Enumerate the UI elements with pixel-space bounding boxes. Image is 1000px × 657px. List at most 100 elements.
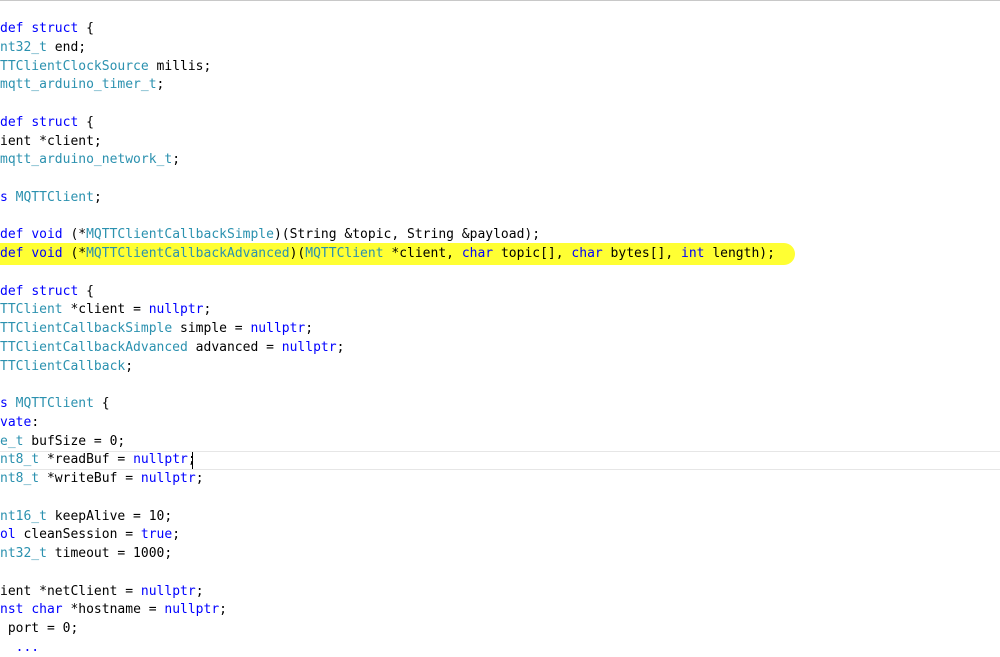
type-token: TTClientCallback — [0, 358, 126, 374]
keyword-token: vate — [0, 414, 32, 430]
keyword-token: s — [0, 396, 16, 411]
code-line[interactable]: TTClientCallbackSimple simple = nullptr; — [0, 319, 313, 338]
code-line[interactable]: TTClientCallbackAdvanced advanced = null… — [0, 338, 344, 357]
code-token: (* — [62, 227, 87, 243]
code-line[interactable]: mqtt_arduino_network_t; — [0, 150, 180, 169]
type-token: MQTTClientCallbackAdvanced — [86, 246, 290, 261]
keyword-token: char — [461, 246, 494, 261]
code-token: simple = — [172, 321, 251, 336]
code-token: ient *client; — [0, 133, 102, 149]
code-token: ient *netClient = — [0, 583, 141, 599]
code-line[interactable]: nt32_t timeout = 1000; — [0, 544, 172, 563]
code-line[interactable]: nst char *hostname = nullptr; — [0, 600, 227, 619]
keyword-token: nullptr — [140, 583, 196, 599]
text-caret — [192, 452, 193, 469]
type-token: nt8_t — [0, 471, 40, 486]
code-token: millis; — [148, 58, 212, 74]
code-token: ; — [195, 583, 204, 599]
keyword-token: void — [31, 227, 63, 243]
keyword-token: nullptr — [281, 339, 337, 355]
keyword-token: def — [0, 114, 32, 130]
code-line[interactable]: nt16_t keepAlive = 10; — [0, 507, 172, 526]
code-token: bytes[], — [602, 246, 682, 261]
code-token: end; — [46, 39, 87, 55]
code-token: topic[], — [493, 246, 572, 261]
code-line[interactable]: port = 0; — [0, 619, 78, 638]
keyword-token: s — [0, 189, 16, 205]
code-token: ; — [156, 77, 165, 93]
code-editor[interactable]: def struct {nt32_t end; TTClientClockSour… — [0, 0, 1000, 655]
code-line[interactable]: def struct { — [0, 282, 94, 301]
keyword-token: def — [0, 246, 32, 261]
code-line[interactable]: def void (*MQTTClientCallbackAdvanced)(M… — [0, 244, 775, 263]
code-line[interactable]: nt32_t end; — [0, 38, 86, 57]
keyword-token: struct — [31, 21, 79, 36]
type-token: MQTTClientCallbackSimple — [86, 227, 274, 243]
type-token: nt8_t — [0, 452, 40, 468]
type-token: TTClient — [0, 302, 63, 318]
code-line[interactable]: ient *netClient = nullptr; — [0, 582, 204, 601]
editor-top-border — [0, 0, 1000, 1]
keyword-token: def — [0, 21, 32, 36]
code-token: length); — [704, 246, 775, 261]
keyword-token: nst — [0, 602, 32, 618]
keyword-token: struct — [31, 114, 79, 130]
code-line[interactable]: nt8_t *writeBuf = nullptr; — [0, 469, 204, 488]
type-token: MQTTClient — [15, 396, 94, 411]
keyword-token: char — [31, 602, 63, 618]
type-token: MQTTClient — [15, 189, 94, 205]
code-line[interactable]: def struct { — [0, 19, 94, 38]
code-line[interactable]: TTClientClockSource millis; — [0, 57, 211, 76]
code-token: timeout = 1000; — [46, 546, 173, 561]
code-token: { — [78, 114, 94, 130]
code-line[interactable]: ient *client; — [0, 132, 102, 151]
code-token: *hostname = — [62, 602, 165, 618]
code-token: ; — [336, 339, 345, 355]
keyword-token: struct — [31, 283, 79, 299]
code-line[interactable]: def struct { — [0, 113, 94, 132]
code-token: ; — [93, 189, 102, 205]
code-line[interactable]: mqtt_arduino_timer_t; — [0, 75, 164, 94]
code-token: ; — [195, 471, 204, 486]
keyword-token: nullptr — [133, 452, 188, 468]
type-token: TTClientCallbackAdvanced — [0, 339, 188, 355]
code-token: { — [78, 21, 94, 36]
code-line[interactable]: TTClient *client = nullptr; — [0, 300, 211, 319]
code-token: ; — [172, 527, 181, 543]
code-line[interactable]: nt8_t *readBuf = nullptr; — [0, 450, 196, 469]
code-line[interactable]: def void (*MQTTClientCallbackSimple)(Str… — [0, 225, 540, 244]
code-line[interactable]: s MQTTClient; — [0, 188, 102, 207]
code-token: *client = — [62, 302, 149, 318]
code-token: cleanSession = — [15, 527, 141, 543]
code-line[interactable]: e_t bufSize = 0; — [0, 432, 125, 451]
type-token: TTClientClockSource — [0, 58, 149, 74]
code-token: ; — [219, 602, 227, 618]
code-line[interactable]: s MQTTClient { — [0, 394, 110, 413]
type-token: nt32_t — [0, 546, 47, 561]
code-line[interactable]: vate: — [0, 413, 39, 432]
code-line[interactable]: ... — [0, 638, 39, 657]
keyword-token: void — [31, 246, 63, 261]
keyword-token: ol — [0, 527, 16, 543]
keyword-token: nullptr — [250, 321, 306, 336]
type-token: mqtt_arduino_timer_t — [0, 77, 157, 93]
type-token: nt16_t — [0, 508, 47, 524]
keyword-token: def — [0, 283, 32, 299]
code-line[interactable]: TTClientCallback; — [0, 357, 133, 376]
code-line[interactable]: ol cleanSession = true; — [0, 525, 180, 544]
code-token: *writeBuf = — [39, 471, 141, 486]
type-token: nt32_t — [0, 39, 47, 55]
code-token: ; — [125, 358, 134, 374]
code-token: { — [93, 396, 110, 411]
type-token: mqtt_arduino_network_t — [0, 152, 173, 168]
keyword-token: true — [140, 527, 173, 543]
type-token: TTClientCallbackSimple — [0, 321, 173, 336]
keyword-token: ... — [15, 639, 40, 655]
code-token: ; — [172, 152, 181, 168]
code-token: ; — [203, 302, 212, 318]
code-token: advanced = — [187, 339, 282, 355]
code-token: port = 0; — [0, 621, 79, 636]
code-token: *readBuf = — [39, 452, 134, 468]
type-token: MQTTClient — [305, 246, 384, 261]
